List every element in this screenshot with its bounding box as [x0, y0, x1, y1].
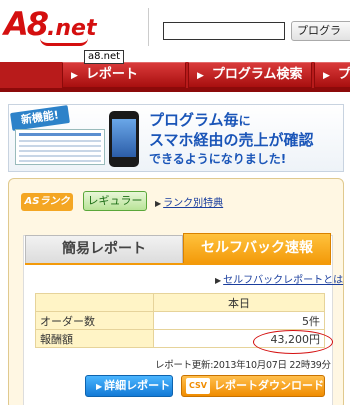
triangle-right-icon: ▶ — [155, 199, 162, 208]
report-download-label: レポートダウンロード — [214, 379, 324, 392]
new-feature-badge: 新機能! — [10, 105, 70, 131]
nav-tab-label: レポート — [85, 67, 138, 82]
nav-tab-program[interactable]: ▶ プ — [314, 62, 350, 88]
site-header: A8.net a8.net プログラ — [0, 0, 350, 64]
detail-report-button[interactable]: ▶ 詳細レポート — [85, 375, 173, 397]
report-update-time: レポート更新:2013年10月07日 22時39分 — [155, 360, 331, 371]
triangle-right-icon: ▶ — [96, 382, 103, 391]
triangle-right-icon: ▶ — [215, 276, 222, 285]
nav-tab-report[interactable]: ▶ レポート — [62, 62, 186, 88]
search-input[interactable] — [163, 22, 285, 40]
rank-benefits-link[interactable]: ▶ ランク別特典 — [155, 194, 223, 209]
logo-tooltip: a8.net — [84, 50, 125, 64]
nav-tab-program-search[interactable]: ▶ プログラム検索 — [188, 62, 312, 88]
rank-benefits-label: ランク別特典 — [163, 198, 224, 209]
selfback-about-link[interactable]: ▶ セルフバックレポートとは — [215, 271, 343, 286]
tab-simple-report[interactable]: 簡易レポート — [25, 235, 183, 263]
header-divider — [148, 8, 149, 46]
detail-report-label: 詳細レポート — [104, 379, 171, 392]
report-screenshot-image — [15, 129, 105, 165]
banner-particle: に — [238, 114, 251, 128]
logo-swoosh — [40, 38, 88, 46]
tab-underline — [25, 263, 331, 265]
banner-strong: プログラム毎 — [149, 111, 239, 129]
report-download-button[interactable]: CSV レポートダウンロード — [181, 375, 325, 397]
selfback-about-label: セルフバックレポートとは — [223, 275, 344, 286]
table-header-row: 本日 — [35, 293, 325, 312]
main-nav: ▶ レポート ▶ プログラム検索 ▶ プ — [0, 62, 350, 90]
program-search-button[interactable]: プログラ — [291, 21, 350, 41]
nav-tab-label: プ — [337, 67, 350, 82]
order-count-label: オーダー数 — [35, 311, 154, 330]
order-count-value: 5件 — [153, 311, 325, 330]
banner-tagline: できるようになりました! — [149, 152, 287, 166]
as-rank-badge: ASランク — [21, 193, 73, 211]
play-arrow-icon: ▶ — [71, 71, 78, 81]
reward-amount-label: 報酬額 — [35, 329, 154, 348]
play-arrow-icon: ▶ — [197, 71, 204, 81]
banner-subline: スマホ経由の売上が確認 — [149, 131, 314, 149]
reward-highlight-circle — [253, 330, 333, 354]
new-feature-banner[interactable]: 新機能! プログラム毎に スマホ経由の売上が確認 できるようになりました! — [8, 104, 344, 172]
play-arrow-icon: ▶ — [323, 71, 330, 81]
today-column-header: 本日 — [153, 293, 325, 312]
banner-headline: プログラム毎に — [149, 109, 251, 130]
table-row: オーダー数 5件 — [35, 311, 325, 330]
nav-tab-label: プログラム検索 — [211, 67, 303, 82]
smartphone-icon — [109, 111, 139, 167]
csv-icon: CSV — [186, 378, 210, 394]
tab-selfback-report[interactable]: セルフバック速報 — [183, 233, 331, 263]
table-corner-cell — [35, 293, 154, 312]
nav-bottom-border — [0, 88, 350, 92]
rank-level-button[interactable]: レギュラー — [83, 191, 147, 211]
report-panel: ASランク レギュラー ▶ ランク別特典 簡易レポート セルフバック速報 ▶ セルフ… — [8, 178, 344, 405]
